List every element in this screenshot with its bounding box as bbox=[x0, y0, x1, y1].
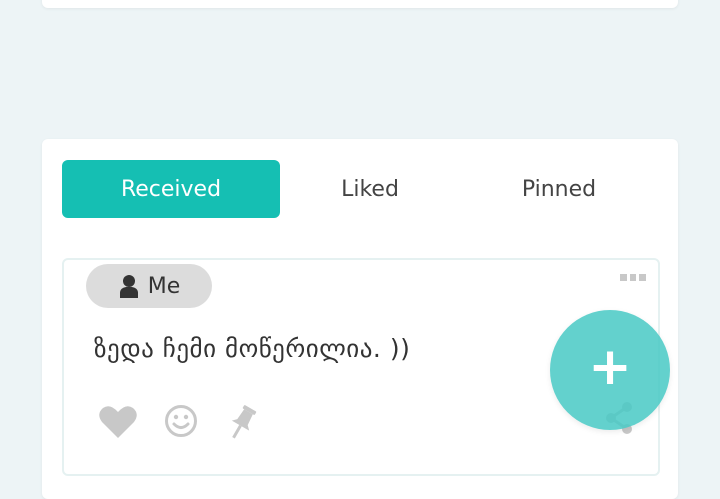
plus-icon: + bbox=[588, 337, 632, 397]
previous-card bbox=[42, 0, 678, 8]
message-text: ზედა ჩემი მოწერილია. )) bbox=[94, 334, 411, 363]
add-button[interactable]: + bbox=[550, 310, 670, 430]
smiley-icon[interactable] bbox=[164, 404, 198, 438]
pin-icon[interactable] bbox=[226, 404, 258, 442]
person-icon bbox=[118, 274, 140, 298]
tab-pinned[interactable]: Pinned bbox=[462, 160, 656, 218]
sender-chip[interactable]: Me bbox=[86, 264, 212, 308]
sender-name: Me bbox=[147, 273, 181, 299]
tab-received[interactable]: Received bbox=[62, 160, 280, 218]
more-icon[interactable] bbox=[620, 274, 647, 282]
tab-liked[interactable]: Liked bbox=[274, 160, 466, 218]
heart-icon[interactable] bbox=[98, 404, 138, 440]
